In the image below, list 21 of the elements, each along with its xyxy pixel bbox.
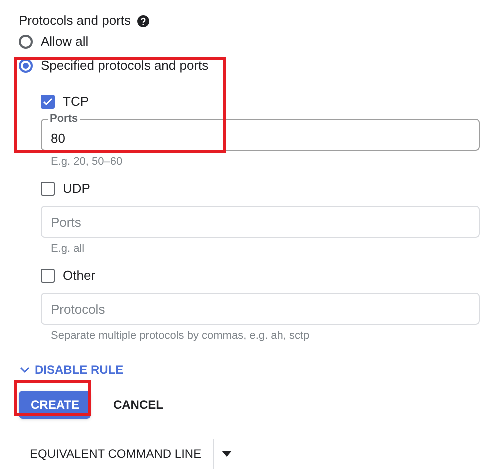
input-field[interactable]: Ports xyxy=(41,206,480,238)
cancel-button[interactable]: CANCEL xyxy=(97,391,180,419)
radio-label: Specified protocols and ports xyxy=(41,57,209,76)
checkbox[interactable] xyxy=(41,182,55,196)
field-hint: E.g. 20, 50–60 xyxy=(51,155,123,169)
field-hint: Separate multiple protocols by commas, e.g. ah, sctp xyxy=(51,329,310,343)
checkbox-label: Other xyxy=(63,267,96,286)
radio-button[interactable] xyxy=(19,59,33,73)
radio-label: Allow all xyxy=(41,33,89,52)
input-field[interactable]: Protocols xyxy=(41,293,480,325)
checkbox[interactable] xyxy=(41,95,55,109)
field-hint: E.g. all xyxy=(51,242,85,256)
help-icon[interactable] xyxy=(137,14,150,28)
caret-down-icon xyxy=(222,451,232,457)
checkbox-label: TCP xyxy=(63,93,89,112)
checkbox-label: UDP xyxy=(63,180,90,198)
checkbox[interactable] xyxy=(41,269,55,283)
command-line-button[interactable]: EQUIVALENT COMMAND LINE xyxy=(19,439,213,469)
radio-button[interactable] xyxy=(19,35,33,49)
disable-rule-link[interactable]: DISABLE RULE xyxy=(19,361,124,379)
section-title: Protocols and ports xyxy=(19,12,132,30)
